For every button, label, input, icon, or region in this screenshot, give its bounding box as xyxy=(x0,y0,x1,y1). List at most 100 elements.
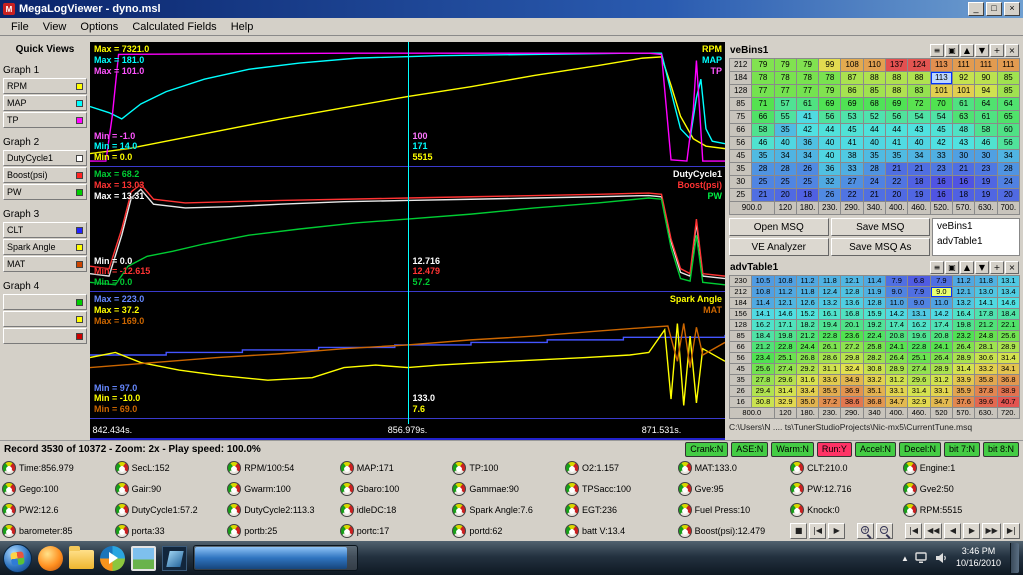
table-cell[interactable]: 32.9 xyxy=(773,396,797,408)
table-cell[interactable]: 22.4 xyxy=(862,330,887,342)
table-cell[interactable]: 64 xyxy=(974,97,998,111)
table-cell[interactable]: 88 xyxy=(885,71,909,85)
table-cell[interactable]: 26.4 xyxy=(885,352,909,364)
table-cell[interactable]: 56 xyxy=(818,110,842,124)
table-cell[interactable]: 30.6 xyxy=(974,352,998,364)
table-cell[interactable]: 37.6 xyxy=(951,396,976,408)
table-cell[interactable]: 26 xyxy=(795,162,820,176)
table-cell[interactable]: 33.9 xyxy=(951,374,976,386)
table-cell[interactable]: 86 xyxy=(840,84,864,98)
table-cell[interactable]: 25.1 xyxy=(907,352,931,364)
table-cell[interactable]: 35.5 xyxy=(818,385,842,397)
table-cell[interactable]: 17.4 xyxy=(929,319,953,331)
table-cell[interactable]: 28 xyxy=(773,162,797,176)
table-cell[interactable]: 101 xyxy=(951,84,976,98)
table-cell[interactable]: 12.8 xyxy=(862,297,887,309)
table-list-item-advtable1[interactable]: advTable1 xyxy=(933,234,1019,249)
table-cell[interactable]: 22.8 xyxy=(907,341,931,353)
table-cell[interactable]: 35 xyxy=(751,149,775,163)
table-cell[interactable]: 13.2 xyxy=(951,297,976,309)
table-cell[interactable]: 14.1 xyxy=(751,308,775,320)
table-cell[interactable]: 21 xyxy=(951,162,976,176)
table-cell[interactable]: 28 xyxy=(996,162,1021,176)
table-cell[interactable]: 27.2 xyxy=(840,341,864,353)
table-cell[interactable]: 15.9 xyxy=(862,308,887,320)
table-cell[interactable]: 46 xyxy=(974,136,998,150)
step-back-button[interactable]: ◀ xyxy=(944,522,962,539)
media-player-icon[interactable] xyxy=(100,545,125,571)
table-cell[interactable]: 78 xyxy=(818,71,842,85)
grid-button[interactable]: ▣ xyxy=(945,260,959,274)
table-cell[interactable]: 28.9 xyxy=(996,341,1021,353)
table-cell[interactable]: 25 xyxy=(751,175,775,189)
table-cell[interactable]: 28.6 xyxy=(818,352,842,364)
table-cell[interactable]: 34 xyxy=(907,149,931,163)
table-cell[interactable]: 111 xyxy=(996,58,1021,72)
table-cell[interactable]: 35.9 xyxy=(951,385,976,397)
table-cell[interactable]: 26 xyxy=(818,188,842,202)
table-cell[interactable]: 11.4 xyxy=(862,275,887,287)
table-cell[interactable]: 23 xyxy=(974,162,998,176)
table-cell[interactable]: 52 xyxy=(862,110,887,124)
table-cell[interactable]: 11.9 xyxy=(862,286,887,298)
table-cell[interactable]: 31.4 xyxy=(996,352,1021,364)
table-cell[interactable]: 20.1 xyxy=(840,319,864,331)
table-cell[interactable]: 20 xyxy=(885,188,909,202)
sidebar-item-mat[interactable]: MAT xyxy=(3,256,87,272)
table-cell[interactable]: 6.8 xyxy=(907,275,931,287)
table-cell[interactable]: 88 xyxy=(862,71,887,85)
table-cell[interactable]: 19.8 xyxy=(951,319,976,331)
ve-analyzer-button[interactable]: VE Analyzer xyxy=(729,238,829,256)
table-cell[interactable]: 29.8 xyxy=(840,352,864,364)
table-cell[interactable]: 25.1 xyxy=(773,352,797,364)
table-cell[interactable]: 36.9 xyxy=(840,385,864,397)
table-cell[interactable]: 28.2 xyxy=(862,352,887,364)
table-cell[interactable]: 10.8 xyxy=(751,286,775,298)
table-cell[interactable]: 55 xyxy=(773,110,797,124)
table-cell[interactable]: 11.4 xyxy=(751,297,775,309)
zoom-in-button[interactable]: + xyxy=(857,522,875,539)
table-cell[interactable]: 21.2 xyxy=(751,341,775,353)
image-editor-icon[interactable] xyxy=(162,545,187,571)
table-cell[interactable]: 70 xyxy=(929,97,953,111)
graph-plot-area[interactable]: Max = 7321.0 Max = 181.0 Max = 101.0 Min = … xyxy=(90,42,725,424)
table-cell[interactable]: 22.8 xyxy=(818,330,842,342)
table-cell[interactable]: 10.5 xyxy=(751,275,775,287)
table-cell[interactable]: 12.6 xyxy=(795,297,820,309)
table-cell[interactable]: 9.0 xyxy=(907,297,931,309)
sidebar-item-clt[interactable]: CLT xyxy=(3,222,87,238)
table-cell[interactable]: 13.0 xyxy=(974,286,998,298)
table-cell[interactable]: 60 xyxy=(996,123,1021,137)
table-cell[interactable]: 12.1 xyxy=(773,297,797,309)
table-cell[interactable]: 25.6 xyxy=(996,330,1021,342)
menu-item-view[interactable]: View xyxy=(36,20,74,34)
table-cell[interactable]: 24 xyxy=(862,175,887,189)
table-cell[interactable]: 64 xyxy=(996,97,1021,111)
taskbar-progress-item[interactable] xyxy=(193,545,358,571)
scroll-down-button[interactable]: ▼ xyxy=(975,43,989,57)
table-cell[interactable]: 19.8 xyxy=(773,330,797,342)
table-cell[interactable]: 11.2 xyxy=(795,275,820,287)
table-cell[interactable]: 85 xyxy=(996,71,1021,85)
table-cell[interactable]: 18.4 xyxy=(996,308,1021,320)
table-cell[interactable]: 13.1 xyxy=(907,308,931,320)
table-cell[interactable]: 27 xyxy=(840,175,864,189)
table-cell[interactable]: 18 xyxy=(907,175,931,189)
hidden-icons-chevron[interactable]: ▲ xyxy=(901,554,909,563)
table-cell[interactable]: 78 xyxy=(751,71,775,85)
table-cell[interactable]: 69 xyxy=(818,97,842,111)
table-cell[interactable]: 54 xyxy=(907,110,931,124)
table-cell[interactable]: 33.2 xyxy=(974,363,998,375)
table-cell[interactable]: 77 xyxy=(751,84,775,98)
table-cell[interactable]: 40 xyxy=(818,136,842,150)
table-cell[interactable]: 16.4 xyxy=(951,308,976,320)
table-cell[interactable]: 12.8 xyxy=(840,286,864,298)
firefox-icon[interactable] xyxy=(38,545,63,571)
table-cell[interactable]: 94 xyxy=(974,84,998,98)
table-cell[interactable]: 101 xyxy=(929,84,953,98)
table-cell[interactable]: 31.2 xyxy=(929,374,953,386)
table-cell[interactable]: 10.8 xyxy=(773,275,797,287)
table-cell[interactable]: 35.8 xyxy=(974,374,998,386)
table-cell[interactable]: 22.1 xyxy=(996,319,1021,331)
sidebar-item-blank[interactable] xyxy=(3,311,87,327)
